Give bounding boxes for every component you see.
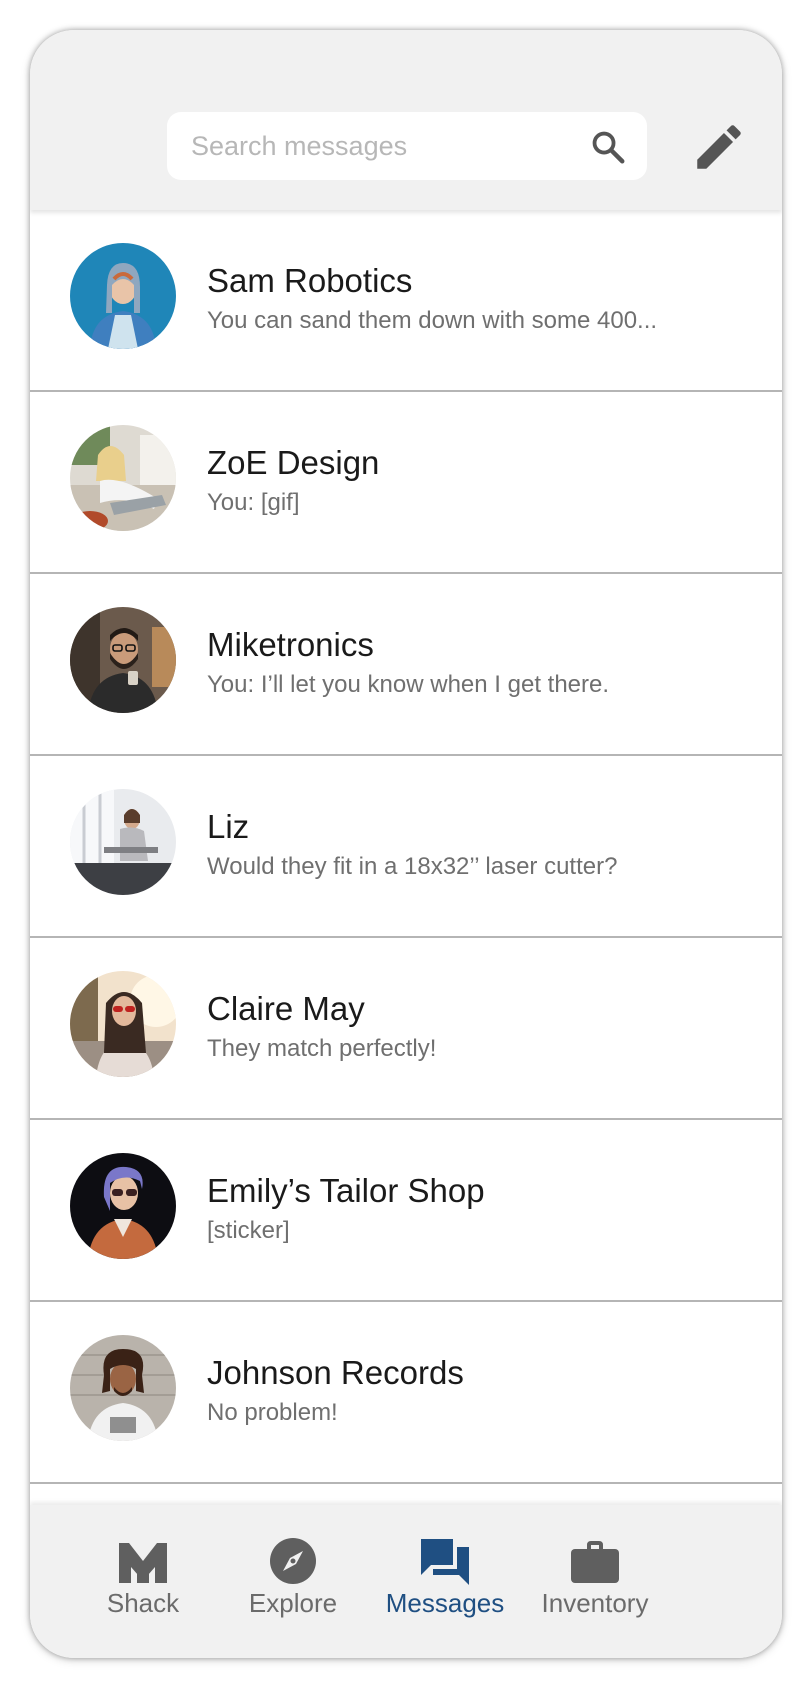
nav-item-inventory[interactable]: Inventory [510,1505,680,1658]
woman-by-window-avatar [70,789,176,895]
nav-item-shack[interactable]: Shack [58,1505,228,1658]
compass-icon [270,1538,316,1584]
conversation-preview: They match perfectly! [207,1035,437,1062]
conversation-row[interactable]: Miketronics You: I’ll let you know when … [30,574,782,756]
search-box[interactable] [167,112,647,180]
nav-label: Inventory [541,1588,649,1618]
conversation-row[interactable]: Sam Robotics You can sand them down with… [30,210,782,392]
woman-on-sofa-avatar [70,425,176,531]
header-bar [30,30,782,210]
nav-label: Shack [106,1588,180,1618]
compose-button[interactable] [690,118,748,176]
conversation-row[interactable]: Liz Would they fit in a 18x32’’ laser cu… [30,756,782,938]
conversation-name: ZoE Design [207,444,380,481]
conversation-list[interactable]: Sam Robotics You can sand them down with… [30,210,782,1535]
conversation-preview: You: I’ll let you know when I get there. [207,671,610,698]
shack-icon [119,1543,167,1583]
conversation-name: Sam Robotics [207,262,413,299]
conversation-preview: You can sand them down with some 400... [207,307,658,334]
nav-label: Messages [385,1588,505,1618]
search-input[interactable] [191,112,571,180]
bearded-man-avatar [70,607,176,713]
conversation-row[interactable]: Claire May They match perfectly! [30,938,782,1120]
conversation-row[interactable]: Johnson Records No problem! [30,1302,782,1484]
nav-item-explore[interactable]: Explore [208,1505,378,1658]
nav-item-messages[interactable]: Messages [360,1505,530,1658]
conversation-row[interactable]: ZoE Design You: [gif] [30,392,782,574]
woman-denim-jacket-avatar [70,243,176,349]
conversation-preview: No problem! [207,1399,338,1426]
conversation-preview: [sticker] [207,1217,290,1244]
conversation-row[interactable]: Emily’s Tailor Shop [sticker] [30,1120,782,1302]
conversation-preview: You: [gif] [207,489,300,516]
woman-sunglasses-avatar [70,971,176,1077]
briefcase-icon [571,1541,619,1583]
conversation-name: Claire May [207,990,365,1027]
conversation-name: Miketronics [207,626,374,663]
chat-bubbles-icon [421,1539,469,1585]
conversation-name: Liz [207,808,250,845]
conversation-preview: Would they fit in a 18x32’’ laser cutter… [207,853,618,880]
phone-frame: Sam Robotics You can sand them down with… [30,30,782,1658]
bottom-navigation: Shack Explore Messages Inventory [30,1505,782,1658]
nav-label: Explore [248,1588,338,1618]
purple-hair-woman-avatar [70,1153,176,1259]
search-icon[interactable] [589,128,627,166]
curly-hair-man-avatar [70,1335,176,1441]
conversation-name: Johnson Records [207,1354,464,1391]
conversation-name: Emily’s Tailor Shop [207,1172,485,1209]
